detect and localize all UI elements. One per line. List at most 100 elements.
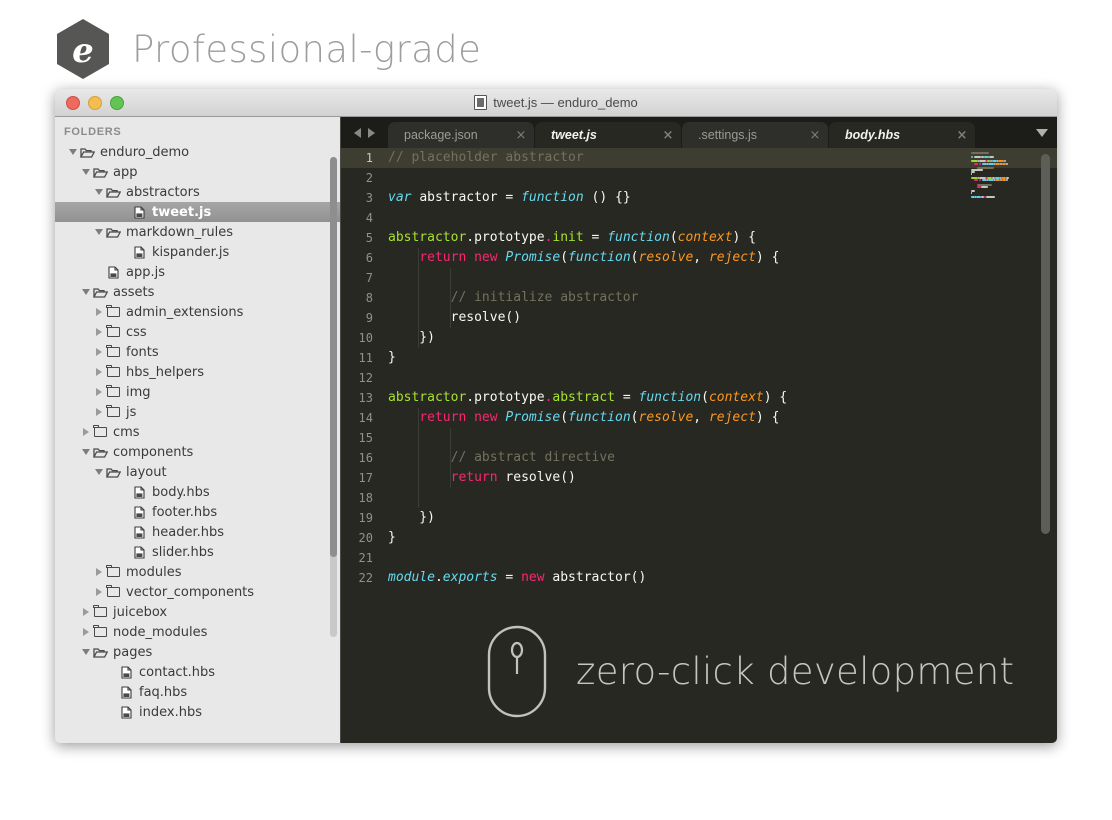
tree-folder-components[interactable]: components [55,442,340,462]
tree-folder-cms[interactable]: cms [55,422,340,442]
tree-folder-assets[interactable]: assets [55,282,340,302]
code-line[interactable] [382,208,1057,228]
tree-file-contact-hbs[interactable]: contact.hbs [55,662,340,682]
tree-folder-pages[interactable]: pages [55,642,340,662]
disclosure-collapsed-icon[interactable] [92,408,105,416]
code-minimap[interactable] [971,152,1031,200]
zoom-window-button[interactable] [110,96,124,110]
tree-file-tweet-js[interactable]: tweet.js [55,202,340,222]
editor-tab--settings-js[interactable]: .settings.js × [682,122,828,148]
tree-folder-hbs-helpers[interactable]: hbs_helpers [55,362,340,382]
editor-scrollbar[interactable] [1041,154,1050,534]
disclosure-expanded-icon[interactable] [66,149,79,155]
code-line[interactable]: return new Promise(function(resolve, rej… [382,248,1057,268]
code-line[interactable] [382,368,1057,388]
tree-folder-img[interactable]: img [55,382,340,402]
disclosure-collapsed-icon[interactable] [92,308,105,316]
file-tree[interactable]: enduro_demo app abstractors tweet.js markdow… [55,142,340,722]
tab-nav-arrows[interactable] [341,117,388,148]
code-line[interactable] [382,548,1057,568]
disclosure-collapsed-icon[interactable] [92,588,105,596]
disclosure-expanded-icon[interactable] [92,469,105,475]
code-line[interactable]: return new Promise(function(resolve, rej… [382,408,1057,428]
editor-tab-bar[interactable]: package.json × tweet.js × .settings.js × body.… [341,117,1057,148]
tree-file-index-hbs[interactable]: index.hbs [55,702,340,722]
code-line[interactable] [382,168,1057,188]
tree-file-footer-hbs[interactable]: footer.hbs [55,502,340,522]
tree-folder-node-modules[interactable]: node_modules [55,622,340,642]
sidebar-scrollbar[interactable] [330,157,337,637]
close-window-button[interactable] [66,96,80,110]
disclosure-collapsed-icon[interactable] [79,428,92,436]
code-line[interactable]: // abstract directive [382,448,1057,468]
chevron-down-icon[interactable] [1036,128,1048,137]
disclosure-expanded-icon[interactable] [92,189,105,195]
window-traffic-lights[interactable] [66,96,124,110]
arrow-left-icon[interactable] [354,127,361,138]
tab-close-icon[interactable]: × [802,128,828,143]
disclosure-collapsed-icon[interactable] [79,628,92,636]
tree-folder-enduro-demo[interactable]: enduro_demo [55,142,340,162]
tree-file-slider-hbs[interactable]: slider.hbs [55,542,340,562]
code-line[interactable]: // initialize abstractor [382,288,1057,308]
window-titlebar[interactable]: tweet.js — enduro_demo [55,89,1057,117]
disclosure-expanded-icon[interactable] [79,649,92,655]
disclosure-expanded-icon[interactable] [79,289,92,295]
tree-folder-markdown-rules[interactable]: markdown_rules [55,222,340,242]
code-line[interactable]: // placeholder abstractor [382,148,1057,168]
tab-close-icon[interactable]: × [655,128,681,143]
code-line[interactable]: module.exports = new abstractor() [382,568,1057,588]
code-line[interactable]: return resolve() [382,468,1057,488]
tab-close-icon[interactable]: × [508,128,534,143]
minimize-window-button[interactable] [88,96,102,110]
file-tree-sidebar[interactable]: FOLDERS enduro_demo app abstractors tweet.j… [55,117,340,743]
tree-folder-js[interactable]: js [55,402,340,422]
editor-scrollbar-thumb[interactable] [1041,154,1050,534]
disclosure-collapsed-icon[interactable] [79,608,92,616]
sidebar-scrollbar-thumb[interactable] [330,157,337,557]
tree-file-body-hbs[interactable]: body.hbs [55,482,340,502]
tree-folder-admin-extensions[interactable]: admin_extensions [55,302,340,322]
code-line[interactable]: }) [382,328,1057,348]
tree-folder-fonts[interactable]: fonts [55,342,340,362]
tree-folder-app[interactable]: app [55,162,340,182]
code-line[interactable]: resolve() [382,308,1057,328]
arrow-right-icon[interactable] [368,127,375,138]
tree-folder-juicebox[interactable]: juicebox [55,602,340,622]
tree-folder-vector-components[interactable]: vector_components [55,582,340,602]
editor-tab-package-json[interactable]: package.json × [388,122,534,148]
disclosure-expanded-icon[interactable] [92,229,105,235]
code-line[interactable]: } [382,348,1057,368]
disclosure-collapsed-icon[interactable] [92,368,105,376]
disclosure-expanded-icon[interactable] [79,449,92,455]
editor-tabs[interactable]: package.json × tweet.js × .settings.js × body.… [388,122,976,148]
code-line[interactable]: abstractor.prototype.abstract = function… [382,388,1057,408]
code-editor[interactable]: package.json × tweet.js × .settings.js × body.… [340,117,1057,743]
tree-folder-layout[interactable]: layout [55,462,340,482]
code-line[interactable] [382,268,1057,288]
tree-file-app-js[interactable]: app.js [55,262,340,282]
disclosure-collapsed-icon[interactable] [92,388,105,396]
tree-folder-abstractors[interactable]: abstractors [55,182,340,202]
line-number: 4 [365,211,373,225]
disclosure-collapsed-icon[interactable] [92,348,105,356]
tree-file-kispander-js[interactable]: kispander.js [55,242,340,262]
disclosure-collapsed-icon[interactable] [92,568,105,576]
code-area[interactable]: 1 2 3 4 5 6 7 8 9 10 11 12 13 14 15 16 17 18 19 20 21 22 // p… [341,148,1057,743]
tab-overflow-menu-button[interactable] [1027,117,1057,148]
code-line[interactable]: }) [382,508,1057,528]
editor-tab-body-hbs[interactable]: body.hbs × [829,122,975,148]
tab-close-icon[interactable]: × [949,128,975,143]
tree-folder-css[interactable]: css [55,322,340,342]
editor-tab-tweet-js[interactable]: tweet.js × [535,122,681,148]
code-line[interactable] [382,488,1057,508]
code-line[interactable] [382,428,1057,448]
disclosure-expanded-icon[interactable] [79,169,92,175]
disclosure-collapsed-icon[interactable] [92,328,105,336]
tree-file-faq-hbs[interactable]: faq.hbs [55,682,340,702]
code-line[interactable]: abstractor.prototype.init = function(con… [382,228,1057,248]
tree-folder-modules[interactable]: modules [55,562,340,582]
tree-file-header-hbs[interactable]: header.hbs [55,522,340,542]
code-line[interactable]: var abstractor = function () {} [382,188,1057,208]
code-line[interactable]: } [382,528,1057,548]
